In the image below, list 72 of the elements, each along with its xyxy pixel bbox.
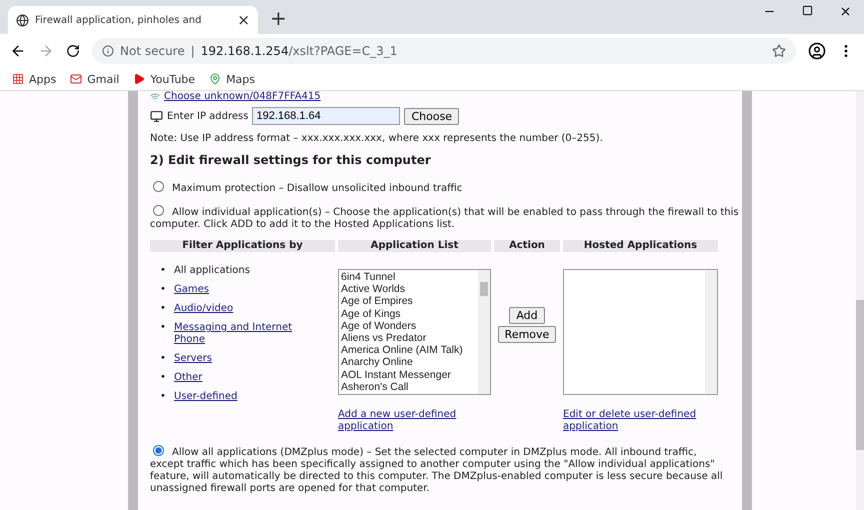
bookmark-star-icon[interactable] (772, 44, 786, 58)
reload-icon[interactable] (66, 44, 80, 58)
application-option[interactable]: Aliens vs Predator (341, 332, 476, 344)
column-header: Hosted Applications (563, 240, 718, 252)
ip-input-field[interactable]: 192.168.1.64 (252, 107, 400, 125)
tab-close-button[interactable]: × (237, 11, 250, 29)
new-tab-button[interactable]: + (270, 6, 287, 30)
filter-link[interactable]: Servers (174, 353, 212, 365)
computer-icon (150, 110, 163, 122)
radio-option[interactable]: Maximum protection – Disallow unsolicited inbound traffic (150, 181, 742, 195)
filter-label: All applications (174, 265, 250, 277)
network-icon (150, 92, 160, 102)
play-icon (133, 73, 146, 85)
radio-option[interactable]: Allow individual application(s) – Choose the application(s) that will be enabled to pass through the firewall to this computer. Click ADD to add it to the Hosted Applications list. (150, 205, 742, 231)
bullet: • (160, 284, 167, 296)
choose-button[interactable]: Choose (404, 108, 460, 124)
maximize-icon[interactable] (802, 4, 813, 16)
device-link[interactable]: Choose unknown/048F7FFA415 (164, 91, 321, 103)
listbox-scrollbar[interactable] (705, 270, 717, 394)
url-path: /xslt?PAGE=C_3_1 (288, 44, 398, 58)
listbox-scrollbar[interactable] (478, 270, 490, 394)
bookmark-item[interactable]: Apps (12, 72, 56, 86)
browser-tab[interactable]: Firewall application, pinholes and × (8, 6, 258, 34)
edit-application-link[interactable]: Edit or delete user-defined application (563, 409, 713, 433)
add-application-link[interactable]: Add a new user-defined application (338, 409, 488, 433)
address-bar[interactable]: Not secure | 192.168.1.254/xslt?PAGE=C_3_1 (92, 38, 796, 64)
bookmark-item[interactable]: Gmail (70, 72, 120, 86)
application-option[interactable]: Active Worlds (341, 283, 476, 296)
application-option[interactable]: Anarchy Online (341, 356, 476, 369)
url-host: 192.168.1.254 (200, 44, 289, 58)
bullet: • (160, 391, 167, 403)
info-icon (102, 45, 114, 57)
bullet: • (160, 372, 167, 384)
bullet: • (160, 303, 167, 315)
column-header: Action (494, 240, 560, 252)
application-option[interactable]: America Online (AIM Talk) (341, 344, 476, 356)
mail-icon (70, 73, 82, 85)
bullet: • (160, 322, 167, 334)
back-icon[interactable] (10, 43, 26, 59)
bookmark-item[interactable]: Maps (209, 72, 256, 86)
filter-link[interactable]: Audio/video (174, 303, 234, 315)
application-option[interactable]: Age of Wonders (341, 320, 476, 332)
application-option[interactable]: Age of Kings (341, 308, 476, 320)
application-option[interactable]: Age of Empires (341, 295, 476, 308)
radio-option[interactable]: Allow all applications (DMZplus mode) – Set the selected computer in DMZplus mode. All inbound traffic, except traffic which has been specifically assigned to another computer using the "Allow individual applications" feature, will automatically be directed to this computer. The DMZplus-enabled computer is less secure because all unassigned firewall ports are opened for that computer. (150, 445, 732, 495)
action-button[interactable]: Remove (498, 326, 556, 343)
filter-link[interactable]: Messaging and Internet Phone (174, 322, 304, 346)
bullet: • (160, 265, 167, 277)
application-option[interactable]: 6in4 Tunnel (341, 271, 476, 284)
note-text: Note: Use IP address format – xxx.xxx.xxx.xxx, where xxx represents the number (0–255). (150, 133, 604, 145)
application-option[interactable]: Asheron's Call (341, 380, 476, 394)
security-label: Not secure (120, 44, 185, 58)
filter-link[interactable]: Games (174, 284, 209, 296)
bookmark-item[interactable]: YouTube (133, 72, 196, 86)
column-header: Application List (338, 240, 491, 252)
profile-icon[interactable] (808, 42, 826, 60)
section-heading: 2) Edit firewall settings for this computer (150, 153, 432, 167)
action-button[interactable]: Add (509, 307, 545, 324)
filter-link[interactable]: User-defined (174, 391, 238, 403)
column-header: Filter Applications by (150, 240, 335, 252)
application-option[interactable]: AOL Instant Messenger (341, 368, 476, 381)
bullet: • (160, 353, 167, 365)
application-listbox[interactable]: 6in4 Tunnel Active Worlds Age of Empires Age of Kings Age of Wonders Aliens vs Predator America Online (AIM Talk) Anarchy Online AOL Instant Messenger Asheron's Call (338, 269, 491, 395)
ip-label: Enter IP address (167, 110, 248, 122)
globe-icon (16, 14, 29, 26)
close-icon[interactable] (839, 4, 852, 18)
filter-link[interactable]: Other (174, 372, 202, 384)
map-pin-icon (209, 73, 222, 85)
apps-icon (12, 73, 24, 85)
hosted-listbox[interactable] (563, 269, 718, 395)
page-scrollbar[interactable] (856, 91, 864, 510)
separator: | (190, 44, 195, 58)
